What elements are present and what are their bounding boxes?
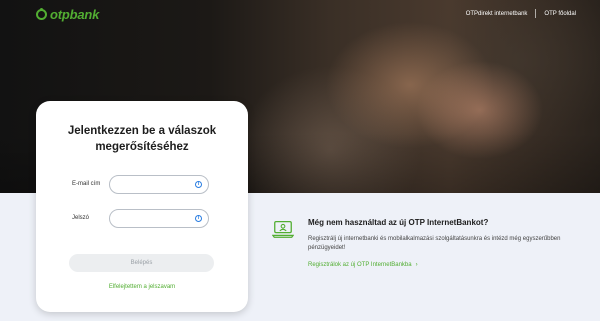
otp-logo-icon — [36, 8, 47, 20]
nav-link-otp-home[interactable]: OTP főoldal — [544, 11, 576, 17]
login-title: Jelentkezzen be a válaszok megerősítéséh… — [36, 123, 248, 155]
login-card: Jelentkezzen be a válaszok megerősítéséh… — [36, 101, 248, 312]
password-field-wrapper: i — [109, 209, 209, 231]
promo-text: Regisztrálj új internetbanki és mobilalk… — [308, 236, 561, 251]
login-title-line-2: megerősítéséhez — [95, 141, 189, 153]
register-link[interactable]: Regisztrálok az új OTP InternetBankba › — [308, 262, 488, 268]
email-label: E-mail cím — [72, 181, 101, 187]
nav-link-otpdirekt[interactable]: OTPdirekt internetbank — [466, 11, 528, 17]
login-title-line-1: Jelentkezzen be a válaszok — [67, 125, 217, 137]
otp-logo[interactable]: otpbank — [36, 7, 99, 22]
promo-title: Még nem használtad az új OTP InternetBan… — [308, 218, 489, 227]
login-button[interactable]: Belépés — [69, 254, 214, 272]
forgot-password-link[interactable]: Elfelejtettem a jelszavam — [36, 284, 248, 290]
otp-logo-text: otpbank — [50, 7, 100, 22]
password-info-icon[interactable]: i — [195, 215, 202, 222]
password-label: Jelszó — [72, 215, 90, 221]
laptop-user-icon — [272, 221, 294, 238]
chevron-right-icon: › — [415, 262, 418, 268]
nav-divider — [535, 9, 537, 18]
password-field[interactable] — [118, 213, 198, 231]
top-navigation: OTPdirekt internetbank OTP főoldal — [466, 9, 576, 18]
email-info-icon[interactable]: i — [195, 181, 202, 188]
email-field[interactable] — [118, 179, 198, 197]
email-field-wrapper: i — [109, 175, 209, 197]
register-link-label: Regisztrálok az új OTP InternetBankba — [308, 262, 412, 268]
